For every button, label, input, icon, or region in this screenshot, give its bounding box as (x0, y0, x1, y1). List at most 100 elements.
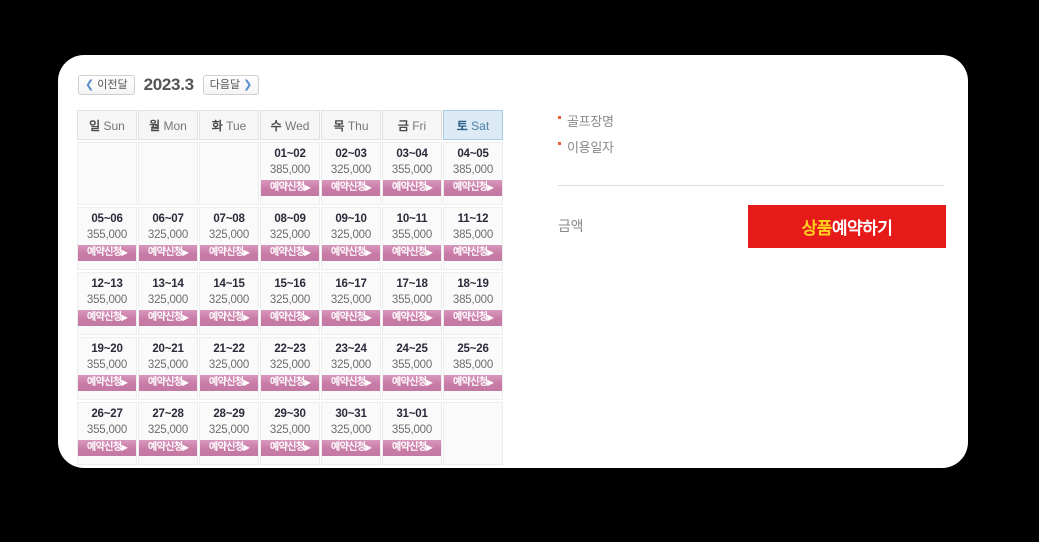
day-price: 325,000 (269, 359, 311, 371)
weekday-kr-label: 일 (89, 118, 101, 133)
book-request-button[interactable]: 예약신청▶ (261, 375, 319, 391)
day-date-range: 03~04 (396, 148, 428, 160)
arrow-right-icon: ▶ (182, 378, 188, 387)
arrow-right-icon: ▶ (365, 378, 371, 387)
book-request-button[interactable]: 예약신청▶ (78, 375, 136, 391)
book-request-label: 예약신청 (148, 377, 183, 388)
weekday-kr-label: 화 (211, 118, 223, 133)
book-request-label: 예약신청 (87, 312, 122, 323)
book-request-button[interactable]: 예약신청▶ (444, 245, 502, 261)
day-date-range: 30~31 (335, 408, 367, 420)
book-request-label: 예약신청 (148, 247, 183, 258)
arrow-right-icon: ▶ (121, 378, 127, 387)
day-date-range: 11~12 (457, 213, 489, 225)
book-request-label: 예약신청 (331, 182, 366, 193)
book-request-button[interactable]: 예약신청▶ (383, 440, 441, 456)
booking-info-label: 이용일자 (567, 139, 614, 155)
arrow-right-icon: ▶ (487, 248, 493, 257)
day-price: 325,000 (147, 424, 189, 436)
calendar-day-cell: 13~14 325,000 예약신청▶ (138, 272, 198, 335)
calendar-body: 01~02 385,000 예약신청▶ 02~03 325,000 예약신청▶ 03~04 3… (77, 142, 503, 465)
arrow-right-icon: ▶ (243, 248, 249, 257)
book-request-button[interactable]: 예약신청▶ (322, 180, 380, 196)
calendar-day-cell-empty (77, 142, 137, 205)
book-request-button[interactable]: 예약신청▶ (444, 375, 502, 391)
book-request-button[interactable]: 예약신청▶ (200, 310, 258, 326)
day-date-range: 17~18 (396, 278, 428, 290)
book-request-label: 예약신청 (209, 442, 244, 453)
day-date-range: 12~13 (91, 278, 123, 290)
calendar-day-cell: 07~08 325,000 예약신청▶ (199, 207, 259, 270)
book-request-button[interactable]: 예약신청▶ (200, 440, 258, 456)
book-request-button[interactable]: 예약신청▶ (383, 245, 441, 261)
book-request-button[interactable]: 예약신청▶ (78, 440, 136, 456)
calendar-week-row: 19~20 355,000 예약신청▶ 20~21 325,000 예약신청▶ 21~22 3… (77, 337, 503, 400)
book-request-button[interactable]: 예약신청▶ (383, 180, 441, 196)
book-request-button[interactable]: 예약신청▶ (139, 310, 197, 326)
day-price: 385,000 (452, 294, 494, 306)
day-date-range: 22~23 (274, 343, 306, 355)
day-date-range: 24~25 (396, 343, 428, 355)
book-request-button[interactable]: 예약신청▶ (261, 440, 319, 456)
calendar-day-cell: 23~24 325,000 예약신청▶ (321, 337, 381, 400)
book-request-button[interactable]: 예약신청▶ (78, 310, 136, 326)
calendar-day-cell: 10~11 355,000 예약신청▶ (382, 207, 442, 270)
arrow-right-icon: ▶ (365, 443, 371, 452)
next-month-button[interactable]: 다음달 ❯ (202, 75, 260, 95)
book-request-button[interactable]: 예약신청▶ (383, 310, 441, 326)
book-request-button[interactable]: 예약신청▶ (322, 440, 380, 456)
calendar-day-cell: 30~31 325,000 예약신청▶ (321, 402, 381, 465)
book-request-button[interactable]: 예약신청▶ (383, 375, 441, 391)
book-request-button[interactable]: 예약신청▶ (139, 245, 197, 261)
arrow-right-icon: ▶ (304, 378, 310, 387)
book-request-button[interactable]: 예약신청▶ (444, 180, 502, 196)
book-request-button[interactable]: 예약신청▶ (322, 375, 380, 391)
arrow-right-icon: ▶ (243, 313, 249, 322)
weekday-en-label: Sat (467, 118, 490, 133)
day-price: 325,000 (208, 229, 250, 241)
day-date-range: 07~08 (213, 213, 245, 225)
prev-month-button[interactable]: ❮ 이전달 (78, 75, 135, 95)
arrow-right-icon: ▶ (182, 248, 188, 257)
weekday-en-label: Fri (408, 118, 427, 133)
book-request-label: 예약신청 (453, 182, 488, 193)
booking-summary-panel: 골프장명 이용일자 금액 상품예약하기 (558, 107, 948, 248)
day-date-range: 31~01 (396, 408, 428, 420)
bullet-icon (558, 116, 561, 119)
book-request-button[interactable]: 예약신청▶ (200, 375, 258, 391)
book-request-button[interactable]: 예약신청▶ (139, 375, 197, 391)
calendar-day-cell-empty (199, 142, 259, 205)
book-request-button[interactable]: 예약신청▶ (261, 180, 319, 196)
arrow-right-icon: ▶ (426, 313, 432, 322)
calendar-day-cell: 03~04 355,000 예약신청▶ (382, 142, 442, 205)
day-date-range: 13~14 (152, 278, 184, 290)
book-request-button[interactable]: 예약신청▶ (200, 245, 258, 261)
book-request-button[interactable]: 예약신청▶ (322, 310, 380, 326)
calendar-weekday-header-wed: 수 Wed (260, 110, 320, 140)
panel-divider (558, 185, 944, 186)
booking-info-row: 이용일자 (558, 133, 948, 159)
page-root: ❮ 이전달 2023.3 다음달 ❯ 일 Sun 월 Mon 화 Tue 수 Wed 목… (0, 0, 1039, 542)
day-date-range: 25~26 (457, 343, 489, 355)
book-request-button[interactable]: 예약신청▶ (322, 245, 380, 261)
book-request-button[interactable]: 예약신청▶ (78, 245, 136, 261)
calendar-day-cell: 20~21 325,000 예약신청▶ (138, 337, 198, 400)
calendar-weekday-header-thu: 목 Thu (321, 110, 381, 140)
booking-info-row: 골프장명 (558, 107, 948, 133)
book-request-button[interactable]: 예약신청▶ (261, 245, 319, 261)
reserve-product-button[interactable]: 상품예약하기 (748, 204, 946, 248)
arrow-right-icon: ▶ (121, 443, 127, 452)
book-request-button[interactable]: 예약신청▶ (444, 310, 502, 326)
book-request-label: 예약신청 (331, 377, 366, 388)
day-date-range: 21~22 (213, 343, 245, 355)
book-request-label: 예약신청 (453, 312, 488, 323)
calendar-day-cell: 14~15 325,000 예약신청▶ (199, 272, 259, 335)
calendar-day-cell: 19~20 355,000 예약신청▶ (77, 337, 137, 400)
calendar-day-cell: 26~27 355,000 예약신청▶ (77, 402, 137, 465)
day-price: 325,000 (208, 424, 250, 436)
book-request-label: 예약신청 (148, 312, 183, 323)
arrow-right-icon: ▶ (365, 248, 371, 257)
book-request-button[interactable]: 예약신청▶ (139, 440, 197, 456)
arrow-right-icon: ▶ (365, 183, 371, 192)
book-request-button[interactable]: 예약신청▶ (261, 310, 319, 326)
